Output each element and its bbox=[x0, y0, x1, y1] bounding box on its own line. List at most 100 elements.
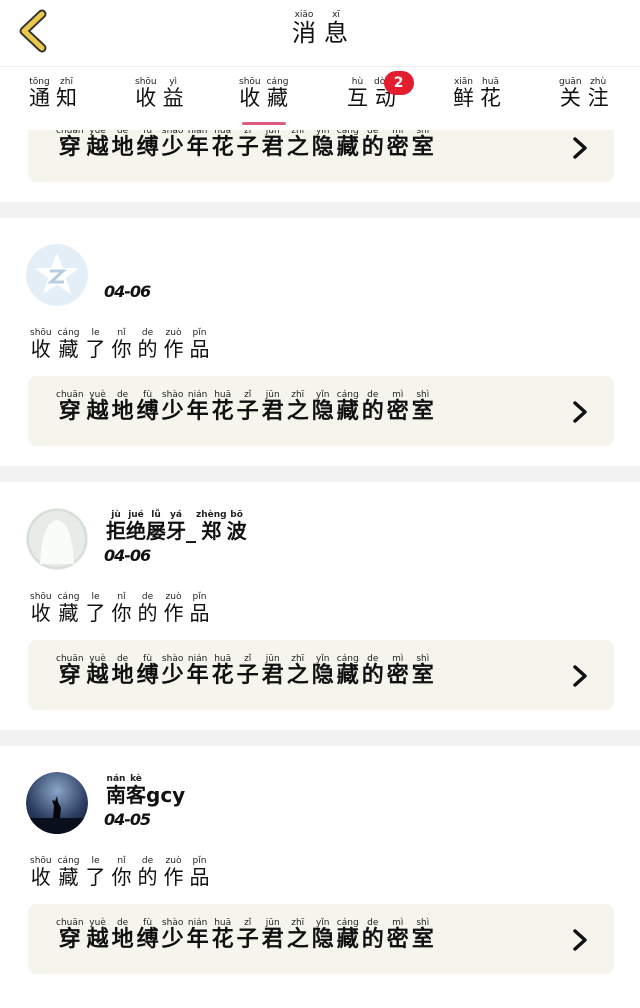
hanzi: 隐 bbox=[311, 135, 334, 160]
tab-earnings[interactable]: shōu 收 yì 益 bbox=[132, 77, 187, 127]
ruby-char: yuè 越 bbox=[87, 654, 109, 688]
ruby-char: de 地 bbox=[112, 654, 134, 688]
tab-notices[interactable]: tōng 通 zhī 知 bbox=[26, 77, 80, 127]
hanzi: 地 bbox=[111, 399, 134, 424]
hanzi: 穿 bbox=[58, 663, 81, 688]
hanzi: 藏 bbox=[58, 601, 79, 625]
hanzi: 缚 bbox=[136, 663, 159, 688]
hanzi: 你 bbox=[111, 601, 132, 625]
username[interactable]: jù 拒 jué 绝 lǚ 屡 yá 牙 _ zhèng 郑 bō 波 bbox=[106, 510, 247, 542]
avatar[interactable] bbox=[26, 244, 88, 306]
hanzi: 穿 bbox=[58, 927, 81, 952]
hanzi: 品 bbox=[189, 865, 210, 889]
hanzi: 年 bbox=[186, 399, 209, 424]
hanzi: 息 bbox=[324, 19, 348, 47]
ruby-char: zhī 之 bbox=[287, 654, 309, 688]
avatar[interactable] bbox=[26, 508, 88, 570]
ruby-char: fù 缚 bbox=[137, 654, 159, 688]
hanzi: 作 bbox=[163, 337, 184, 361]
hanzi: 缚 bbox=[136, 135, 159, 160]
ruby-char: shōu 收 bbox=[30, 328, 52, 360]
list-item: jù 拒 jué 绝 lǚ 屡 yá 牙 _ zhèng 郑 bō 波 04-06 shōu 收 cáng 藏… bbox=[0, 482, 640, 730]
hanzi: 子 bbox=[236, 135, 259, 160]
list-item: chuān 穿 yuè 越 de 地 fù 缚 shào 少 nián 年 huā 花 zǐ 子 jūn 君 zhī… bbox=[0, 130, 640, 202]
hanzi: 密 bbox=[386, 399, 409, 424]
ruby-char: mì 密 bbox=[387, 918, 409, 952]
tab-flowers[interactable]: xiān 鲜 huā 花 bbox=[450, 77, 504, 127]
tab-favorites[interactable]: shōu 收 cáng 藏 bbox=[236, 77, 292, 127]
hanzi: 花 bbox=[211, 135, 234, 160]
ruby-char: xiān 鲜 bbox=[453, 77, 474, 110]
hanzi: 隐 bbox=[311, 927, 334, 952]
ruby-char: zǐ 子 bbox=[237, 390, 259, 424]
avatar[interactable] bbox=[26, 772, 88, 834]
chevron-right-icon bbox=[573, 929, 587, 951]
ruby-char: zǐ 子 bbox=[237, 654, 259, 688]
work-title: chuān 穿 yuè 越 de 地 fù 缚 shào 少 nián 年 huā 花 zǐ 子 jūn 君 zhī… bbox=[56, 918, 437, 952]
ruby-char: de 的 bbox=[362, 130, 384, 160]
work-link[interactable]: chuān 穿 yuè 越 de 地 fù 缚 shào 少 nián 年 huā 花 zǐ 子 jūn 君 zhī… bbox=[28, 640, 614, 710]
ruby-char: huā 花 bbox=[480, 77, 501, 110]
ruby-char: huā 花 bbox=[212, 390, 234, 424]
action-text: shōu 收 cáng 藏 le 了 nǐ 你 de 的 zuò 作 pǐn 品 bbox=[30, 856, 216, 888]
ruby-char: de 的 bbox=[138, 328, 158, 360]
hanzi: 作 bbox=[163, 601, 184, 625]
hanzi: 的 bbox=[137, 337, 158, 361]
username[interactable]: nán 南 kè 客 gcy bbox=[106, 774, 185, 806]
hanzi: 君 bbox=[261, 135, 284, 160]
ruby-char: de 地 bbox=[112, 130, 134, 160]
ruby-char: shì 室 bbox=[412, 654, 434, 688]
ruby-char: zhī 知 bbox=[56, 77, 77, 110]
tab-following[interactable]: guān 关 zhù 注 bbox=[556, 77, 612, 127]
tab-interactions[interactable]: hù互dòng动2 bbox=[344, 71, 414, 127]
hanzi: 花 bbox=[211, 663, 234, 688]
hanzi: _ bbox=[186, 519, 196, 543]
work-title: chuān 穿 yuè 越 de 地 fù 缚 shào 少 nián 年 huā 花 zǐ 子 jūn 君 zhī… bbox=[56, 654, 437, 688]
hanzi: 你 bbox=[111, 865, 132, 889]
hanzi: 缚 bbox=[136, 399, 159, 424]
hanzi: 密 bbox=[386, 663, 409, 688]
ruby-char: zhī 之 bbox=[287, 390, 309, 424]
hanzi: 藏 bbox=[267, 86, 289, 110]
hanzi: 的 bbox=[361, 399, 384, 424]
hanzi: 的 bbox=[361, 135, 384, 160]
hanzi: 作 bbox=[163, 865, 184, 889]
hanzi: 君 bbox=[261, 663, 284, 688]
hanzi: 知 bbox=[56, 86, 77, 110]
ruby-char: de 的 bbox=[362, 918, 384, 952]
ruby-char: hù 互 bbox=[347, 77, 368, 110]
hanzi: 穿 bbox=[58, 135, 81, 160]
work-link[interactable]: chuān 穿 yuè 越 de 地 fù 缚 shào 少 nián 年 huā 花 zǐ 子 jūn 君 zhī… bbox=[28, 904, 614, 974]
ruby-char: zuò 作 bbox=[164, 328, 184, 360]
ruby-char: shì 室 bbox=[412, 130, 434, 160]
ruby-char: jué 绝 bbox=[126, 510, 146, 542]
work-link[interactable]: chuān 穿 yuè 越 de 地 fù 缚 shào 少 nián 年 huā 花 zǐ 子 jūn 君 zhī… bbox=[28, 376, 614, 446]
list-item: nán 南 kè 客 gcy 04-05 shōu 收 cáng 藏 le 了 nǐ 你 de 的 zuò 作… bbox=[0, 746, 640, 1008]
hanzi: 藏 bbox=[58, 865, 79, 889]
ruby-char: mì 密 bbox=[387, 130, 409, 160]
hanzi: 牙 bbox=[166, 519, 186, 543]
hanzi: 花 bbox=[211, 399, 234, 424]
ruby-char: chuān 穿 bbox=[56, 918, 84, 952]
ruby-char: cáng 藏 bbox=[337, 918, 359, 952]
page-title: xiāo 消 xī 息 bbox=[0, 10, 640, 46]
work-link[interactable]: chuān 穿 yuè 越 de 地 fù 缚 shào 少 nián 年 huā 花 zǐ 子 jūn 君 zhī… bbox=[28, 130, 614, 182]
ruby-char: cáng 藏 bbox=[58, 328, 80, 360]
hanzi: 密 bbox=[386, 927, 409, 952]
ruby-char: shì 室 bbox=[412, 918, 434, 952]
hanzi: 拒 bbox=[106, 519, 126, 543]
ruby-char: cáng 藏 bbox=[337, 130, 359, 160]
ruby-char: fù 缚 bbox=[137, 130, 159, 160]
hanzi: 藏 bbox=[336, 663, 359, 688]
hanzi: 越 bbox=[86, 135, 109, 160]
ruby-char: nián 年 bbox=[187, 130, 209, 160]
hanzi: 藏 bbox=[336, 399, 359, 424]
ruby-char: cáng 藏 bbox=[58, 856, 80, 888]
hanzi: gcy bbox=[146, 783, 186, 807]
hanzi: 地 bbox=[111, 663, 134, 688]
ruby-char: le 了 bbox=[86, 856, 106, 888]
ruby-char: shào 少 bbox=[162, 654, 184, 688]
hanzi: 君 bbox=[261, 399, 284, 424]
hanzi: 少 bbox=[161, 399, 184, 424]
ruby-char: shào 少 bbox=[162, 130, 184, 160]
